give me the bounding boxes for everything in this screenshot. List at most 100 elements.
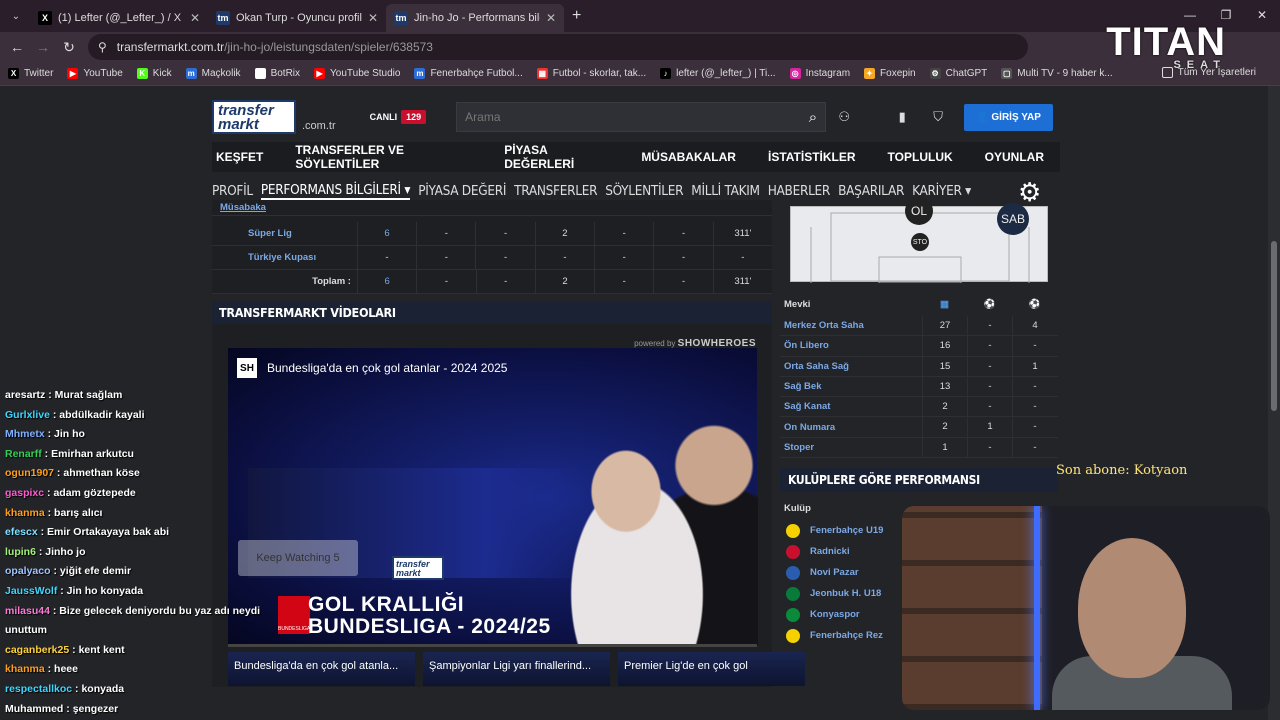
main-nav-item[interactable]: PİYASA DEĞERLERİ bbox=[488, 143, 625, 171]
new-tab-icon[interactable]: + bbox=[572, 7, 581, 25]
bookmark-item[interactable]: ▶ YouTube bbox=[67, 68, 123, 79]
bookmark-label: Instagram bbox=[805, 68, 851, 79]
col-header-competition[interactable]: Müsabaka bbox=[212, 202, 360, 213]
forward-icon[interactable]: → bbox=[30, 39, 56, 55]
url-bar[interactable]: ⚲ transfermarkt.com.tr/jin-ho-jo/leistun… bbox=[88, 34, 1028, 60]
scrollbar-thumb[interactable] bbox=[1271, 241, 1277, 411]
mini-logo-bottom: markt bbox=[396, 568, 421, 578]
tab-search-icon[interactable]: ⌄ bbox=[2, 6, 30, 26]
stat-cell: - bbox=[594, 270, 653, 293]
club-name[interactable]: Jeonbuk H. U18 bbox=[810, 588, 881, 599]
stat-cell: - bbox=[653, 246, 712, 269]
back-icon[interactable]: ← bbox=[4, 39, 30, 55]
close-tab-icon[interactable]: ✕ bbox=[190, 11, 200, 25]
competition-name[interactable]: Süper Lig bbox=[212, 228, 357, 239]
bookmark-item[interactable]: m Fenerbahçe Futbol... bbox=[414, 68, 523, 79]
club-name[interactable]: Konyaspor bbox=[810, 609, 860, 620]
bookmark-item[interactable]: m Maçkolik bbox=[185, 68, 241, 79]
bookmark-item[interactable]: ▦ Futbol - skorlar, tak... bbox=[536, 68, 646, 79]
bookmark-item[interactable]: ▢ Multi TV - 9 haber k... bbox=[1001, 68, 1113, 79]
user-search-icon[interactable]: ⚇ bbox=[826, 109, 862, 125]
tab-title: Jin-ho Jo - Performans bilgileri bbox=[414, 12, 540, 24]
col-header-club: Kulüp bbox=[784, 502, 811, 514]
chat-text: konyada bbox=[81, 682, 125, 695]
sub-nav-item[interactable]: PERFORMANS BİLGİLERİ ▾ bbox=[260, 182, 411, 200]
search-placeholder: Arama bbox=[465, 110, 501, 124]
site-info-icon[interactable]: ⚲ bbox=[98, 40, 107, 54]
bookmark-label: lefter (@_lefter_) | Ti... bbox=[676, 68, 776, 79]
bookmark-label: Kick bbox=[152, 68, 172, 79]
shield-icon[interactable]: ⛉ bbox=[920, 109, 956, 125]
live-count-badge: 129 bbox=[401, 110, 427, 124]
close-window-icon[interactable]: ✕ bbox=[1244, 0, 1280, 30]
table-row: Türkiye Kupası - - - - - - - bbox=[212, 246, 772, 270]
bookmark-item[interactable]: ◆ BotRix bbox=[254, 68, 300, 79]
bookmark-item[interactable]: ♪ lefter (@_lefter_) | Ti... bbox=[660, 68, 776, 79]
main-nav-item[interactable]: TOPLULUK bbox=[872, 150, 969, 164]
chat-message: JaussWolf : Jin ho konyada bbox=[5, 584, 144, 597]
browser-tab-strip: ⌄ X (1) Lefter (@_Lefter_) / X ✕ tm Okan… bbox=[0, 0, 1280, 32]
chat-text: Jin ho bbox=[54, 428, 85, 441]
player-header: SH Bundesliga'da en çok gol atanlar - 202… bbox=[237, 358, 507, 378]
stat-cell: - bbox=[1012, 397, 1057, 417]
close-tab-icon[interactable]: ✕ bbox=[546, 11, 556, 25]
main-nav-item[interactable]: TRANSFERLER VE SÖYLENTİLER bbox=[279, 143, 488, 171]
chat-message: respectallkoc : konyada bbox=[5, 682, 125, 695]
chat-text: Murat sağlam bbox=[54, 389, 123, 401]
position-name: Merkez Orta Saha bbox=[784, 320, 864, 332]
transfermarkt-mini-logo: transfer markt bbox=[392, 556, 444, 580]
competition-name[interactable]: Türkiye Kupası bbox=[212, 252, 357, 263]
sub-nav-item[interactable]: PROFİL bbox=[212, 183, 253, 199]
search-input[interactable]: Arama ⌕ bbox=[456, 102, 827, 132]
sub-nav-item[interactable]: TRANSFERLER bbox=[514, 183, 597, 199]
player-title: Bundesliga'da en çok gol atanlar - 2024 … bbox=[267, 361, 508, 375]
bookmark-icon[interactable]: ▮ bbox=[884, 109, 920, 125]
chat-text: adam göztepede bbox=[53, 486, 136, 499]
sub-nav-item[interactable]: HABERLER bbox=[768, 183, 831, 199]
browser-tab[interactable]: X (1) Lefter (@_Lefter_) / X ✕ bbox=[30, 4, 208, 32]
bookmark-item[interactable]: X Twitter bbox=[8, 68, 53, 79]
address-bar-row: ← → ↻ ⚲ transfermarkt.com.tr/jin-ho-jo/l… bbox=[0, 32, 1280, 62]
live-label: CANLI bbox=[369, 112, 398, 122]
browser-tab-active[interactable]: tm Jin-ho Jo - Performans bilgileri ✕ bbox=[386, 4, 564, 32]
search-icon[interactable]: ⌕ bbox=[809, 109, 817, 126]
main-nav-item[interactable]: OYUNLAR bbox=[969, 150, 1060, 164]
transfermarkt-logo[interactable]: transfer markt bbox=[212, 100, 296, 134]
stat-cell: - bbox=[967, 356, 1012, 376]
stat-cell: 4 bbox=[1012, 316, 1057, 336]
main-nav-item[interactable]: KEŞFET bbox=[212, 150, 279, 164]
club-name[interactable]: Novi Pazar bbox=[810, 567, 859, 578]
reload-icon[interactable]: ↻ bbox=[56, 39, 82, 56]
bookmark-item[interactable]: ⚙ ChatGPT bbox=[929, 68, 987, 79]
video-thumbnail[interactable]: Premier Lig'de en çok gol bbox=[618, 652, 805, 686]
stream-chat: aresartz : Murat sağlam Gurlxlive : abdül… bbox=[0, 386, 272, 715]
stat-cell: 6 bbox=[356, 222, 416, 245]
sub-nav-item[interactable]: SÖYLENTİLER bbox=[605, 183, 683, 199]
chat-message: efescx : Emir Ortakayaya bak abi bbox=[5, 526, 170, 539]
bookmark-icon: K bbox=[136, 68, 148, 79]
video-thumbnail[interactable]: Şampiyonlar Ligi yarı finallerind... bbox=[423, 652, 610, 686]
sub-nav-item[interactable]: MİLLİ TAKIM bbox=[691, 183, 760, 199]
main-nav-item[interactable]: MÜSABAKALAR bbox=[625, 150, 752, 164]
live-button[interactable]: CANLI 129 bbox=[370, 110, 427, 124]
close-tab-icon[interactable]: ✕ bbox=[368, 11, 378, 25]
progress-bar[interactable] bbox=[228, 644, 757, 647]
club-name[interactable]: Fenerbahçe U19 bbox=[810, 525, 883, 536]
video-player[interactable]: SH Bundesliga'da en çok gol atanlar - 202… bbox=[228, 348, 758, 647]
sub-nav-item[interactable]: BAŞARILAR bbox=[838, 183, 904, 199]
bookmark-item[interactable]: ▶ YouTube Studio bbox=[314, 68, 400, 79]
main-nav-item[interactable]: İSTATİSTİKLER bbox=[752, 150, 872, 164]
login-button[interactable]: 👤 GİRİŞ YAP bbox=[964, 103, 1053, 131]
browser-tab[interactable]: tm Okan Turp - Oyuncu profili | Tra ✕ bbox=[208, 4, 386, 32]
stat-cell: - bbox=[1012, 437, 1057, 458]
bookmark-item[interactable]: ◎ Instagram bbox=[789, 68, 851, 79]
chat-text: şengezer bbox=[72, 702, 119, 715]
club-name[interactable]: Fenerbahçe Rez bbox=[810, 630, 883, 641]
sub-nav-item[interactable]: PİYASA DEĞERİ bbox=[418, 183, 506, 199]
stat-cell: 311' bbox=[712, 270, 772, 293]
stat-cell: - bbox=[1012, 376, 1057, 397]
titan-seat-logo: TITAN SEAT bbox=[1106, 20, 1226, 71]
bookmark-item[interactable]: K Kick bbox=[136, 68, 172, 79]
bookmark-item[interactable]: ✦ Foxepin bbox=[864, 68, 916, 79]
club-name[interactable]: Radnicki bbox=[810, 546, 850, 557]
